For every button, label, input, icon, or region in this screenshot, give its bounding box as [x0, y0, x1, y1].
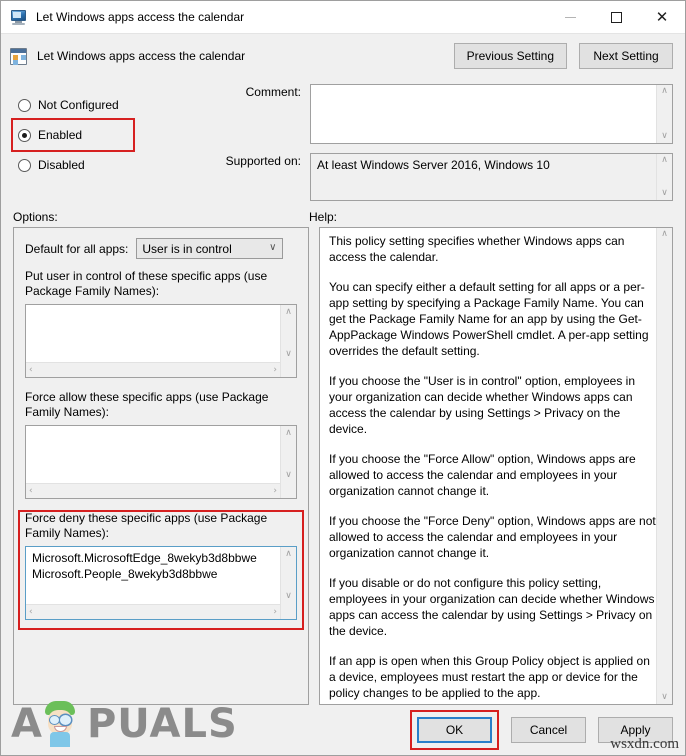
- help-paragraph: If you choose the "User is in control" o…: [329, 374, 636, 436]
- user-control-vscrollbar[interactable]: ∧ ∨: [280, 305, 296, 377]
- scroll-up-icon[interactable]: ∧: [285, 429, 292, 438]
- pane-labels: Options: Help:: [1, 204, 685, 227]
- comment-label: Comment:: [245, 85, 301, 99]
- force-allow-caption: Force allow these specific apps (use Pac…: [25, 390, 269, 419]
- supported-row: Supported on: At least Windows Server 20…: [213, 153, 673, 201]
- scroll-right-icon[interactable]: ›: [273, 365, 277, 375]
- options-pane: Default for all apps: User is in control…: [13, 227, 309, 705]
- previous-setting-button[interactable]: Previous Setting: [453, 43, 567, 69]
- ok-button[interactable]: OK: [417, 717, 492, 743]
- scroll-left-icon[interactable]: ‹: [29, 365, 33, 375]
- help-paragraph: If an app is open when this Group Policy…: [329, 654, 650, 700]
- supported-on-field: At least Windows Server 2016, Windows 10…: [310, 153, 673, 201]
- scroll-down-icon[interactable]: ∨: [285, 350, 292, 359]
- user-control-items: [26, 305, 296, 311]
- policy-setting-icon: [10, 47, 27, 65]
- configuration-area: Not Configured Enabled Disabled Comment:…: [1, 78, 685, 204]
- appuals-mascot-icon: [41, 701, 81, 747]
- appuals-watermark: A PUALS: [11, 699, 238, 749]
- setting-header: Let Windows apps access the calendar Pre…: [1, 34, 685, 78]
- radio-enabled[interactable]: Enabled: [11, 118, 135, 152]
- scroll-down-icon[interactable]: ∨: [661, 132, 668, 141]
- default-for-all-apps-select[interactable]: User is in control ∨: [136, 238, 284, 259]
- radio-label: Not Configured: [38, 98, 119, 112]
- help-label: Help:: [309, 210, 338, 224]
- scroll-down-icon[interactable]: ∨: [661, 189, 668, 198]
- supported-value: At least Windows Server 2016, Windows 10: [317, 158, 550, 172]
- scroll-down-icon[interactable]: ∨: [285, 592, 292, 601]
- help-paragraph: If you disable or do not configure this …: [329, 576, 655, 638]
- help-paragraph: This policy setting specifies whether Wi…: [329, 234, 625, 264]
- radio-not-configured[interactable]: Not Configured: [13, 90, 213, 120]
- supported-scrollbar[interactable]: ∧ ∨: [656, 154, 672, 200]
- default-for-all-apps-row: Default for all apps: User is in control…: [25, 238, 297, 259]
- cancel-button[interactable]: Cancel: [511, 717, 586, 743]
- force-deny-caption: Force deny these specific apps (use Pack…: [25, 511, 268, 540]
- help-pane: This policy setting specifies whether Wi…: [319, 227, 673, 705]
- next-setting-button[interactable]: Next Setting: [579, 43, 673, 69]
- scroll-up-icon[interactable]: ∧: [285, 308, 292, 317]
- scroll-down-icon[interactable]: ∨: [285, 471, 292, 480]
- window-controls: ✕: [547, 1, 685, 33]
- brand-letter-a: A: [11, 701, 43, 747]
- radio-disabled[interactable]: Disabled: [13, 150, 213, 180]
- panes-container: Default for all apps: User is in control…: [1, 227, 685, 705]
- default-for-all-apps-value: User is in control: [142, 241, 232, 256]
- scroll-left-icon[interactable]: ‹: [29, 607, 33, 617]
- force-deny-hscrollbar[interactable]: ‹ ›: [26, 604, 280, 619]
- help-paragraph: If you choose the "Force Deny" option, W…: [329, 514, 656, 560]
- scroll-up-icon[interactable]: ∧: [661, 230, 668, 239]
- help-scrollbar[interactable]: ∧ ∨: [656, 228, 672, 704]
- scroll-up-icon[interactable]: ∧: [661, 87, 668, 96]
- scroll-down-icon[interactable]: ∨: [661, 693, 668, 702]
- scroll-right-icon[interactable]: ›: [273, 486, 277, 496]
- user-control-hscrollbar[interactable]: ‹ ›: [26, 362, 280, 377]
- force-deny-vscrollbar[interactable]: ∧ ∨: [280, 547, 296, 619]
- close-icon[interactable]: ✕: [639, 1, 685, 33]
- scroll-right-icon[interactable]: ›: [273, 607, 277, 617]
- force-deny-items: Microsoft.MicrosoftEdge_8wekyb3d8bbwe Mi…: [32, 551, 257, 581]
- title-bar: Let Windows apps access the calendar ✕: [1, 1, 685, 34]
- group-policy-dialog: Let Windows apps access the calendar ✕ L…: [0, 0, 686, 756]
- force-allow-items: [26, 426, 296, 432]
- radio-indicator: [18, 158, 31, 172]
- wsxdn-watermark: wsxdn.com: [610, 736, 679, 752]
- scroll-left-icon[interactable]: ‹: [29, 486, 33, 496]
- brand-text-puals: PUALS: [86, 701, 238, 747]
- window-title: Let Windows apps access the calendar: [36, 10, 245, 24]
- setting-title: Let Windows apps access the calendar: [37, 49, 246, 63]
- comment-input[interactable]: ∧ ∨: [310, 84, 673, 144]
- chevron-down-icon[interactable]: ∨: [269, 242, 276, 253]
- user-control-caption: Put user in control of these specific ap…: [25, 269, 268, 298]
- force-allow-vscrollbar[interactable]: ∧ ∨: [280, 426, 296, 498]
- radio-label: Disabled: [38, 158, 85, 172]
- user-control-listbox[interactable]: ∧ ∨ ‹ ›: [25, 304, 297, 378]
- ok-annotation-box: OK: [410, 710, 499, 750]
- help-paragraph: You can specify either a default setting…: [329, 280, 649, 358]
- comment-row: Comment: ∧ ∨: [213, 84, 673, 144]
- navigation-buttons: Previous Setting Next Setting: [453, 43, 673, 69]
- scroll-up-icon[interactable]: ∧: [285, 550, 292, 559]
- force-deny-listbox[interactable]: Microsoft.MicrosoftEdge_8wekyb3d8bbwe Mi…: [25, 546, 297, 620]
- radio-indicator: [18, 128, 31, 142]
- minimize-button[interactable]: [547, 1, 593, 33]
- radio-label: Enabled: [38, 128, 83, 142]
- radio-indicator: [18, 98, 31, 112]
- comment-scrollbar[interactable]: ∧ ∨: [656, 85, 672, 143]
- policy-state-radio-group: Not Configured Enabled Disabled: [11, 84, 213, 204]
- supported-label: Supported on:: [225, 154, 301, 168]
- options-label: Options:: [13, 210, 58, 224]
- computer-monitor-icon: [10, 8, 28, 26]
- maximize-button[interactable]: [593, 1, 639, 33]
- default-for-all-apps-label: Default for all apps:: [25, 241, 129, 256]
- force-allow-listbox[interactable]: ∧ ∨ ‹ ›: [25, 425, 297, 499]
- force-allow-hscrollbar[interactable]: ‹ ›: [26, 483, 280, 498]
- help-paragraph: If you choose the "Force Allow" option, …: [329, 452, 636, 498]
- metadata-fields: Comment: ∧ ∨ Supported on: At least Wind…: [213, 84, 673, 204]
- scroll-up-icon[interactable]: ∧: [661, 156, 668, 165]
- help-text: This policy setting specifies whether Wi…: [320, 228, 668, 704]
